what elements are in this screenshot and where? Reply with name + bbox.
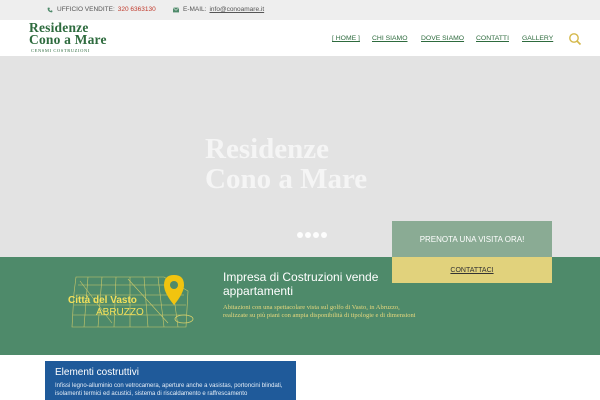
phone-icon [47, 7, 53, 12]
phone-label: UFFICIO VENDITE: [57, 6, 115, 13]
book-visit-button[interactable]: PRENOTA UNA VISITA ORA! [392, 221, 552, 257]
map-pin-icon [164, 275, 184, 305]
nav-item-chi-siamo[interactable]: CHI SIAMO [372, 35, 408, 42]
hero-title-line-2: Cono a Mare [205, 163, 368, 195]
band-title: Impresa di Costruzioni vende appartament… [223, 270, 379, 298]
card-text: Infissi legno-alluminio con vetrocamera,… [55, 383, 283, 397]
slider-dot[interactable] [321, 232, 327, 238]
logo-line-2: Cono a Mare [29, 32, 107, 47]
slider-dot[interactable] [297, 232, 303, 238]
email-label: E-MAIL: [183, 6, 207, 13]
nav-item-home[interactable]: [ HOME ] [332, 35, 360, 42]
top-contact-bar: UFFICIO VENDITE: 320 6363130 E-MAIL: inf… [0, 0, 600, 20]
features-card: Elementi costruttivi Infissi legno-allum… [45, 361, 296, 400]
nav-item-dove-siamo[interactable]: DOVE SIAMO [421, 35, 464, 42]
phone-contact: UFFICIO VENDITE: 320 6363130 [47, 6, 156, 13]
band-description: Abitazioni con una spettacolare vista su… [223, 304, 416, 319]
slider-dot[interactable] [313, 232, 319, 238]
contact-us-button[interactable]: CONTATTACI [392, 257, 552, 283]
hero-title-line-1: Residenze [205, 133, 330, 165]
map-title: Città del Vasto [68, 295, 137, 306]
vasto-map-illustration: Città del Vasto ABRUZZO [68, 275, 194, 328]
card-title: Elementi costruttivi [55, 367, 139, 378]
nav-item-contatti[interactable]: CONTATTI [476, 35, 509, 42]
nav-item-gallery[interactable]: GALLERY [522, 35, 553, 42]
email-contact: E-MAIL: info@conoamare.it [173, 6, 264, 13]
mail-icon [173, 6, 179, 12]
logo-subtitle: CENSMI COSTRUZIONI [31, 48, 90, 53]
map-subtitle: ABRUZZO [96, 307, 144, 318]
slider-dot[interactable] [305, 232, 311, 238]
site-logo[interactable]: Residenze Cono a Mare CENSMI COSTRUZIONI [29, 21, 119, 56]
email-link[interactable]: info@conoamare.it [209, 6, 264, 13]
site-header: Residenze Cono a Mare CENSMI COSTRUZIONI… [0, 20, 600, 56]
hero-title: Residenze Cono a Mare [205, 134, 367, 194]
slider-dots [297, 232, 329, 238]
search-icon[interactable] [568, 32, 582, 46]
phone-number[interactable]: 320 6363130 [118, 6, 156, 13]
